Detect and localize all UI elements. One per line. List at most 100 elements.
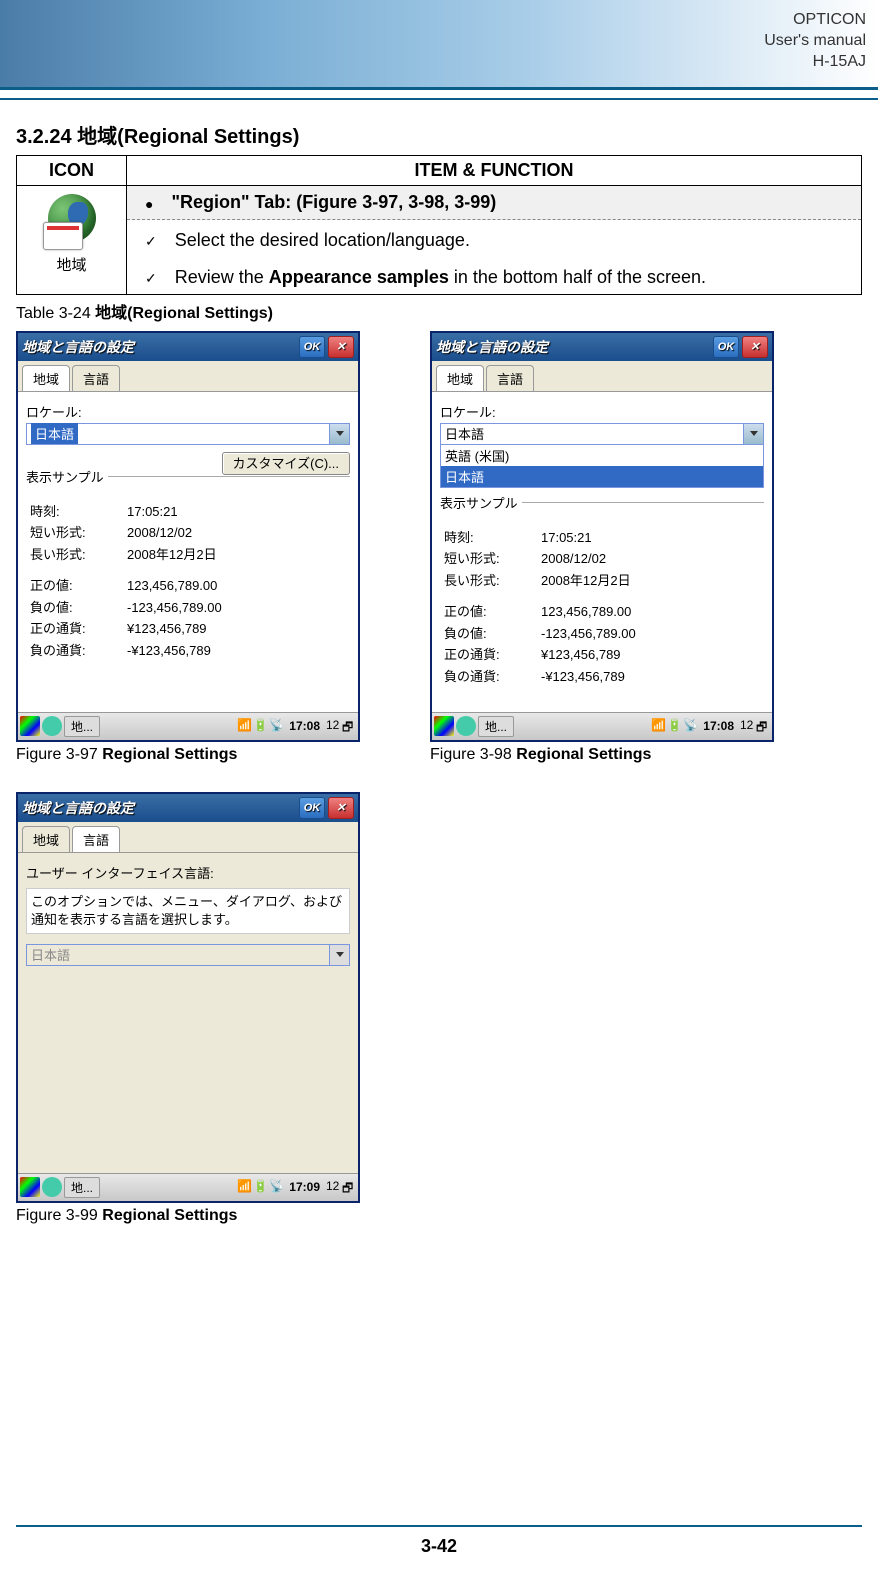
tab-language[interactable]: 言語 (72, 826, 120, 852)
screenshot-98: 地域と言語の設定 OK ✕ 地域 言語 ロケール: 日本語 英語 (430, 331, 774, 742)
step2-post: in the bottom half of the screen. (449, 267, 706, 287)
val-longdate: 2008年12月2日 (541, 571, 762, 591)
table-caption-pre: Table 3-24 (16, 305, 95, 322)
tab-language[interactable]: 言語 (72, 365, 120, 391)
close-button[interactable]: ✕ (328, 797, 354, 819)
ok-button[interactable]: OK (299, 797, 325, 819)
battery-icon[interactable]: 🔋 (253, 1179, 267, 1195)
section-title: 3.2.24 地域(Regional Settings) (16, 120, 862, 149)
val-poscur: ¥123,456,789 (127, 619, 348, 639)
tray-icon[interactable]: 📶 (651, 718, 665, 734)
tab-heading-text: "Region" Tab: (Figure 3-97, 3-98, 3-99) (171, 192, 496, 213)
sample-group-sep: 表示サンプル (26, 476, 350, 496)
start-icon[interactable] (20, 1177, 40, 1197)
locale-option-jp[interactable]: 日本語 (441, 466, 763, 487)
start-icon[interactable] (20, 716, 40, 736)
locale-dropdown[interactable]: 日本語 (26, 423, 350, 445)
titlebar: 地域と言語の設定 OK ✕ (18, 794, 358, 822)
footer-divider (16, 1525, 862, 1527)
titlebar: 地域と言語の設定 OK ✕ (432, 333, 772, 361)
lbl-shortdate: 短い形式: (444, 549, 539, 569)
taskbar-item[interactable]: 地... (64, 1177, 100, 1198)
taskbar-item[interactable]: 地... (478, 716, 514, 737)
ok-button[interactable]: OK (299, 336, 325, 358)
tray-icon[interactable]: 📶 (237, 1179, 251, 1195)
header-manual: User's manual (764, 31, 866, 52)
check-icon: ✓ (145, 230, 157, 252)
close-button[interactable]: ✕ (328, 336, 354, 358)
locale-value: 日本語 (445, 424, 484, 443)
lbl-shortdate: 短い形式: (30, 523, 125, 543)
samples-98: 時刻:17:05:21 短い形式:2008/12/02 長い形式:2008年12… (440, 526, 764, 689)
ok-button[interactable]: OK (713, 336, 739, 358)
lbl-longdate: 長い形式: (444, 571, 539, 591)
val-negcur: -¥123,456,789 (127, 641, 348, 661)
val-negnum: -123,456,789.00 (127, 598, 348, 618)
ui-lang-dropdown: 日本語 (26, 944, 350, 966)
val-posnum: 123,456,789.00 (127, 576, 348, 596)
locale-listbox[interactable]: 英語 (米国) 日本語 (440, 444, 764, 488)
sip-icon[interactable]: 12 (326, 1179, 340, 1195)
bullet-icon: ● (145, 196, 153, 212)
dialog-title: 地域と言語の設定 (22, 798, 134, 818)
close-button[interactable]: ✕ (742, 336, 768, 358)
figure-97-block: 地域と言語の設定 OK ✕ 地域 言語 ロケール: 日本語 カスタ (16, 331, 360, 774)
fig99-caption: Figure 3-99 Regional Settings (16, 1207, 360, 1225)
step2-text: Review the Appearance samples in the bot… (175, 263, 706, 292)
dropdown-arrow-icon[interactable] (743, 424, 763, 444)
windows-icon[interactable]: 🗗 (342, 718, 356, 734)
dialog-title: 地域と言語の設定 (22, 337, 134, 357)
tab-heading-row: ● "Region" Tab: (Figure 3-97, 3-98, 3-99… (127, 186, 861, 220)
taskbar-globe-icon[interactable] (42, 716, 62, 736)
icon-cell: 地域 (17, 186, 127, 295)
locale-dropdown-open[interactable]: 日本語 (440, 423, 764, 445)
figure-98-block: 地域と言語の設定 OK ✕ 地域 言語 ロケール: 日本語 英語 (430, 331, 774, 774)
region-panel: ロケール: 日本語 英語 (米国) 日本語 表示サンプル 時刻:17: (432, 392, 772, 712)
table-caption-bold: 地域(Regional Settings) (95, 305, 273, 322)
step2-bold: Appearance samples (269, 267, 449, 287)
signal-icon[interactable]: 📡 (269, 718, 283, 734)
samples-97: 時刻:17:05:21 短い形式:2008/12/02 長い形式:2008年12… (26, 500, 350, 663)
windows-icon[interactable]: 🗗 (342, 1179, 356, 1195)
windows-icon[interactable]: 🗗 (756, 718, 770, 734)
clock: 17:08 (703, 719, 734, 733)
fig99-pre: Figure 3-99 (16, 1207, 102, 1224)
battery-icon[interactable]: 🔋 (253, 718, 267, 734)
lbl-negcur: 負の通貨: (30, 641, 125, 661)
tab-language[interactable]: 言語 (486, 365, 534, 391)
taskbar-item[interactable]: 地... (64, 716, 100, 737)
function-cell: ● "Region" Tab: (Figure 3-97, 3-98, 3-99… (127, 186, 862, 295)
customize-wrap: カスタマイズ(C)... (222, 453, 351, 472)
val-longdate: 2008年12月2日 (127, 545, 348, 565)
figure-99-block: 地域と言語の設定 OK ✕ 地域 言語 ユーザー インターフェイス言語: このオ… (16, 792, 360, 1235)
lbl-longdate: 長い形式: (30, 545, 125, 565)
taskbar-globe-icon[interactable] (456, 716, 476, 736)
language-panel: ユーザー インターフェイス言語: このオプションでは、メニュー、ダイアログ、およ… (18, 853, 358, 1173)
tray-icon[interactable]: 📶 (237, 718, 251, 734)
icon-label: 地域 (23, 254, 120, 275)
sip-icon[interactable]: 12 (740, 718, 754, 734)
tab-region[interactable]: 地域 (22, 365, 70, 391)
signal-icon[interactable]: 📡 (683, 718, 697, 734)
ui-lang-label: ユーザー インターフェイス言語: (26, 863, 350, 882)
customize-button[interactable]: カスタマイズ(C)... (222, 452, 351, 475)
clock: 17:08 (289, 719, 320, 733)
header-text: OPTICON User's manual H-15AJ (764, 10, 866, 72)
locale-value: 日本語 (31, 423, 78, 444)
taskbar-globe-icon[interactable] (42, 1177, 62, 1197)
dropdown-arrow-icon[interactable] (329, 424, 349, 444)
clock: 17:09 (289, 1180, 320, 1194)
signal-icon[interactable]: 📡 (269, 1179, 283, 1195)
locale-option-en[interactable]: 英語 (米国) (441, 445, 763, 466)
page-number: 3-42 (0, 1536, 878, 1557)
sip-icon[interactable]: 12 (326, 718, 340, 734)
step1-text: Select the desired location/language. (175, 226, 470, 255)
table-caption: Table 3-24 地域(Regional Settings) (16, 299, 862, 323)
tab-region[interactable]: 地域 (22, 826, 70, 852)
start-icon[interactable] (434, 716, 454, 736)
figures-row-1: 地域と言語の設定 OK ✕ 地域 言語 ロケール: 日本語 カスタ (16, 331, 862, 774)
titlebar: 地域と言語の設定 OK ✕ (18, 333, 358, 361)
battery-icon[interactable]: 🔋 (667, 718, 681, 734)
tab-region[interactable]: 地域 (436, 365, 484, 391)
header-brand: OPTICON (764, 10, 866, 31)
